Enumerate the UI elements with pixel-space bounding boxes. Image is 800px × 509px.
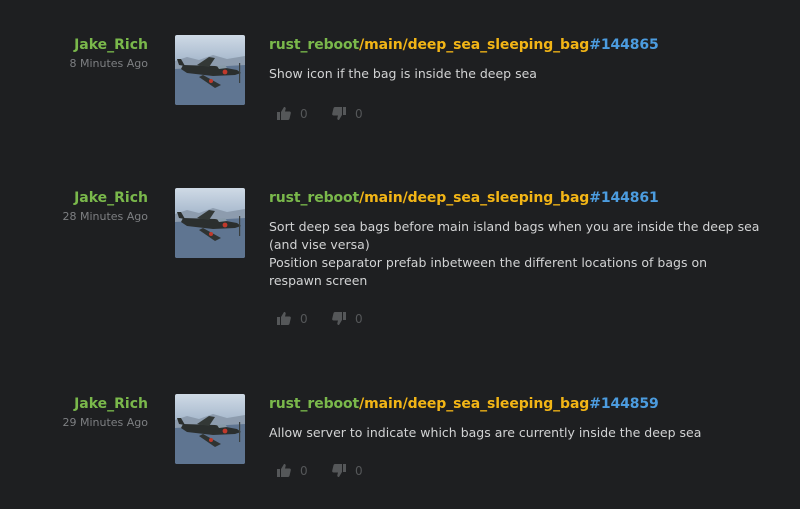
message-line: (and vise versa): [269, 237, 370, 252]
thumbs-down-icon: [332, 107, 346, 120]
author-name[interactable]: Jake_Rich: [74, 37, 148, 53]
like-count: 0: [300, 107, 308, 121]
commit-message: Sort deep sea bags before main island ba…: [269, 218, 799, 290]
branch-link[interactable]: /main/deep_sea_sleeping_bag: [359, 396, 589, 412]
changeset-link[interactable]: #144865: [589, 37, 659, 53]
commit-message: Show icon if the bag is inside the deep …: [269, 65, 799, 83]
commit-message: Allow server to indicate which bags are …: [269, 424, 799, 442]
branch-link[interactable]: /main/deep_sea_sleeping_bag: [359, 37, 589, 53]
commit-title: rust_reboot/main/deep_sea_sleeping_bag#1…: [269, 37, 659, 53]
dislike-count: 0: [355, 107, 363, 121]
fighter-plane-icon: [175, 188, 245, 258]
commit-title: rust_reboot/main/deep_sea_sleeping_bag#1…: [269, 396, 659, 412]
thumbs-up-icon: [277, 107, 291, 120]
changeset-link[interactable]: #144861: [589, 190, 659, 206]
thumbs-down-icon: [332, 312, 346, 325]
message-line: Position separator prefab inbetween the …: [269, 255, 708, 270]
message-line: respawn screen: [269, 273, 368, 288]
avatar[interactable]: [175, 188, 245, 258]
author-name[interactable]: Jake_Rich: [74, 190, 148, 206]
message-line: Sort deep sea bags before main island ba…: [269, 219, 760, 234]
thumbs-down-icon: [332, 464, 346, 477]
avatar[interactable]: [175, 35, 245, 105]
dislike-count: 0: [355, 312, 363, 326]
thumbs-up-icon: [277, 464, 291, 477]
message-line: Show icon if the bag is inside the deep …: [269, 66, 537, 81]
author-name[interactable]: Jake_Rich: [74, 396, 148, 412]
changeset-link[interactable]: #144859: [589, 396, 659, 412]
commit-time: 28 Minutes Ago: [62, 210, 148, 223]
like-count: 0: [300, 464, 308, 478]
thumbs-up-icon: [277, 312, 291, 325]
like-count: 0: [300, 312, 308, 326]
commit-time: 8 Minutes Ago: [69, 57, 148, 70]
fighter-plane-icon: [175, 394, 245, 464]
fighter-plane-icon: [175, 35, 245, 105]
message-line: Allow server to indicate which bags are …: [269, 425, 702, 440]
repo-link[interactable]: rust_reboot: [269, 190, 359, 206]
repo-link[interactable]: rust_reboot: [269, 396, 359, 412]
commit-feed: Jake_Rich 8 Minutes Ago rust_reboot/main…: [0, 0, 800, 509]
repo-link[interactable]: rust_reboot: [269, 37, 359, 53]
commit-time: 29 Minutes Ago: [62, 416, 148, 429]
dislike-count: 0: [355, 464, 363, 478]
branch-link[interactable]: /main/deep_sea_sleeping_bag: [359, 190, 589, 206]
avatar[interactable]: [175, 394, 245, 464]
commit-title: rust_reboot/main/deep_sea_sleeping_bag#1…: [269, 190, 659, 206]
